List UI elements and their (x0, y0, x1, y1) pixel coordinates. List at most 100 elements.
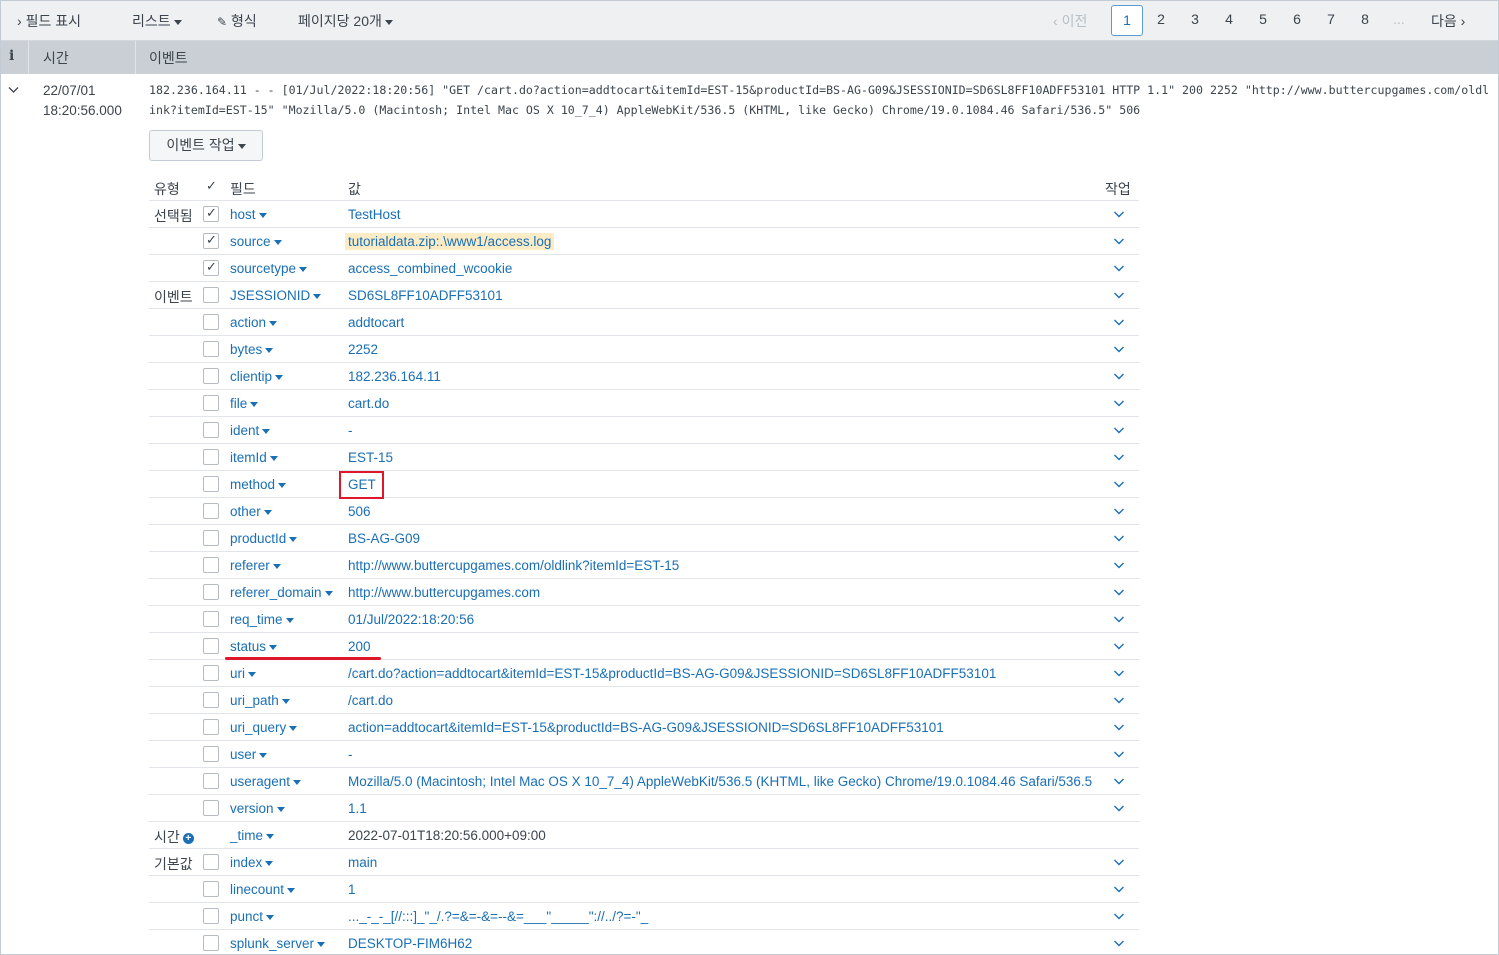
field-name-menu[interactable]: source (230, 234, 282, 249)
field-name-menu[interactable]: bytes (230, 342, 274, 357)
field-name-menu[interactable]: linecount (230, 882, 296, 897)
field-value[interactable]: EST-15 (348, 450, 393, 465)
field-value[interactable]: 182.236.164.11 (348, 369, 441, 384)
chevron-down-icon[interactable] (1111, 233, 1127, 249)
field-name-menu[interactable]: status (230, 639, 278, 654)
chevron-down-icon[interactable] (1111, 584, 1127, 600)
chevron-down-icon[interactable] (1111, 449, 1127, 465)
chevron-down-icon[interactable] (1111, 314, 1127, 330)
page-8-button[interactable]: 8 (1355, 11, 1375, 27)
chevron-down-icon[interactable] (1111, 854, 1127, 870)
chevron-down-icon[interactable] (1111, 395, 1127, 411)
field-select-checkbox[interactable] (203, 503, 219, 519)
field-select-checkbox[interactable] (203, 259, 219, 276)
field-value[interactable]: ..._-_-_[//:::]_"_/.?=&=-&=--&=___"_____… (348, 909, 648, 924)
field-select-checkbox[interactable] (203, 935, 219, 951)
field-select-checkbox[interactable] (203, 422, 219, 438)
page-7-button[interactable]: 7 (1321, 11, 1341, 27)
field-name-menu[interactable]: uri_query (230, 720, 298, 735)
chevron-down-icon[interactable] (1111, 503, 1127, 519)
field-select-checkbox[interactable] (203, 854, 219, 870)
chevron-down-icon[interactable] (1111, 341, 1127, 357)
field-name-menu[interactable]: useragent (230, 774, 302, 789)
field-value[interactable]: BS-AG-G09 (348, 531, 420, 546)
field-value[interactable]: 1.1 (348, 801, 367, 816)
field-value[interactable]: 506 (348, 504, 371, 519)
prev-page-button[interactable]: ‹ 이전 (1053, 11, 1087, 31)
chevron-down-icon[interactable] (1111, 692, 1127, 708)
field-value[interactable]: - (348, 747, 353, 762)
chevron-down-icon[interactable] (1111, 206, 1127, 222)
field-name-menu[interactable]: host (230, 207, 267, 222)
show-fields-toggle[interactable]: › 필드 표시 (17, 11, 81, 31)
page-1-button[interactable]: 1 (1111, 5, 1143, 36)
field-select-checkbox[interactable] (203, 638, 219, 654)
chevron-down-icon[interactable] (1111, 773, 1127, 789)
chevron-down-icon[interactable] (1111, 422, 1127, 438)
field-name-menu[interactable]: file (230, 396, 259, 411)
page-4-button[interactable]: 4 (1219, 11, 1239, 27)
field-name-menu[interactable]: punct (230, 909, 275, 924)
field-select-checkbox[interactable] (203, 611, 219, 627)
field-value[interactable]: 200 (348, 639, 371, 654)
field-value[interactable]: TestHost (348, 207, 401, 222)
field-select-checkbox[interactable] (203, 773, 219, 789)
field-name-menu[interactable]: clientip (230, 369, 284, 384)
field-name-menu[interactable]: req_time (230, 612, 294, 627)
field-name-menu[interactable]: referer (230, 558, 281, 573)
field-value[interactable]: /cart.do?action=addtocart&itemId=EST-15&… (348, 666, 996, 681)
field-select-checkbox[interactable] (203, 530, 219, 546)
field-select-checkbox[interactable] (203, 881, 219, 897)
chevron-down-icon[interactable] (1111, 638, 1127, 654)
field-name-menu[interactable]: splunk_server (230, 936, 326, 951)
field-value[interactable]: main (348, 855, 377, 870)
select-all-checkbox[interactable] (203, 178, 219, 195)
field-value[interactable]: /cart.do (348, 693, 393, 708)
field-name-menu[interactable]: index (230, 855, 274, 870)
field-value[interactable]: - (348, 423, 353, 438)
chevron-down-icon[interactable] (1111, 611, 1127, 627)
field-select-checkbox[interactable] (203, 449, 219, 465)
field-name-menu[interactable]: uri (230, 666, 257, 681)
page-6-button[interactable]: 6 (1287, 11, 1307, 27)
field-name-menu[interactable]: other (230, 504, 272, 519)
field-value[interactable]: action=addtocart&itemId=EST-15&productId… (348, 720, 944, 735)
field-name-menu[interactable]: _time (230, 828, 275, 843)
chevron-down-icon[interactable] (1111, 476, 1127, 492)
chevron-down-icon[interactable] (1111, 287, 1127, 303)
time-column-header[interactable]: 시간 (43, 48, 69, 68)
field-name-menu[interactable]: method (230, 477, 287, 492)
field-value[interactable]: addtocart (348, 315, 404, 330)
field-name-menu[interactable]: referer_domain (230, 585, 333, 600)
field-name-menu[interactable]: productId (230, 531, 298, 546)
chevron-down-icon[interactable] (1111, 935, 1127, 951)
field-name-menu[interactable]: version (230, 801, 285, 816)
field-value[interactable]: http://www.buttercupgames.com (348, 585, 540, 600)
field-select-checkbox[interactable] (203, 746, 219, 762)
list-dropdown[interactable]: 리스트 (132, 11, 182, 31)
field-name-menu[interactable]: action (230, 315, 278, 330)
field-value[interactable]: Mozilla/5.0 (Macintosh; Intel Mac OS X 1… (348, 774, 1092, 789)
field-select-checkbox[interactable] (203, 557, 219, 573)
event-actions-button[interactable]: 이벤트 작업 (149, 130, 263, 161)
field-select-checkbox[interactable] (203, 476, 219, 492)
field-select-checkbox[interactable] (203, 908, 219, 924)
chevron-down-icon[interactable] (1111, 908, 1127, 924)
field-value[interactable]: DESKTOP-FIM6H62 (348, 936, 472, 951)
format-button[interactable]: ✎ 형식 (217, 11, 257, 31)
chevron-down-icon[interactable] (1111, 800, 1127, 816)
chevron-down-icon[interactable] (1111, 557, 1127, 573)
field-select-checkbox[interactable] (203, 232, 219, 249)
field-select-checkbox[interactable] (203, 800, 219, 816)
chevron-down-icon[interactable] (1111, 719, 1127, 735)
field-value[interactable]: 1 (348, 882, 356, 897)
chevron-down-icon[interactable] (1111, 746, 1127, 762)
field-value[interactable]: tutorialdata.zip:.\www1/access.log (345, 233, 555, 250)
field-select-checkbox[interactable] (203, 584, 219, 600)
chevron-down-icon[interactable] (1111, 368, 1127, 384)
plus-circle-icon[interactable]: + (182, 832, 194, 844)
field-name-menu[interactable]: itemId (230, 450, 278, 465)
page-5-button[interactable]: 5 (1253, 11, 1273, 27)
chevron-down-icon[interactable] (1111, 530, 1127, 546)
page-2-button[interactable]: 2 (1151, 11, 1171, 27)
